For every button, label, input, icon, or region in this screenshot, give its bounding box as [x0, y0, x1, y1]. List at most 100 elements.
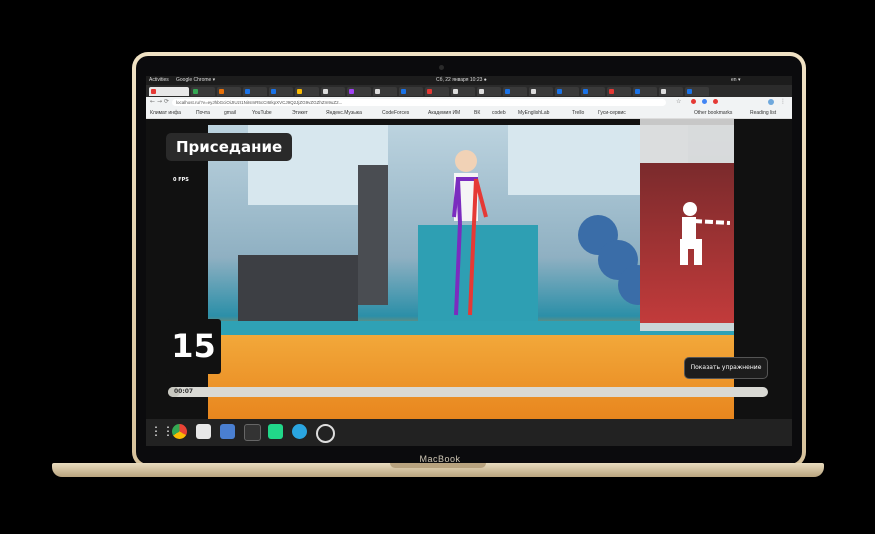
- pose-skeleton: [452, 150, 488, 316]
- favicon-icon: [687, 89, 692, 94]
- browser-tab[interactable]: [607, 87, 631, 96]
- browser-tab[interactable]: [243, 87, 267, 96]
- webcam-icon: [439, 65, 444, 70]
- os-top-bar: Activities Google Chrome ▾ Сб, 22 января…: [146, 76, 792, 85]
- chrome-icon[interactable]: [172, 424, 187, 439]
- gym-equipment: [358, 165, 388, 305]
- browser-tab[interactable]: [321, 87, 345, 96]
- bookmark-item[interactable]: MyEnglishLab: [518, 108, 549, 118]
- squat-figure-icon: [680, 202, 730, 265]
- favicon-icon: [219, 89, 224, 94]
- clock[interactable]: Сб, 22 января 10:23 ●: [436, 76, 487, 85]
- extension-icon[interactable]: [691, 99, 696, 104]
- floor: [208, 335, 734, 419]
- video-progress-bar[interactable]: 00:07: [168, 387, 768, 397]
- favicon-icon: [479, 89, 484, 94]
- bookmark-item[interactable]: YouTube: [252, 108, 272, 118]
- favicon-icon: [323, 89, 328, 94]
- favicon-icon: [531, 89, 536, 94]
- exercise-preview-panel: [640, 119, 734, 331]
- other-bookmarks[interactable]: Other bookmarks: [694, 108, 732, 118]
- pycharm-icon[interactable]: [268, 424, 283, 439]
- browser-tab[interactable]: [373, 87, 397, 96]
- gym-equipment: [238, 255, 358, 325]
- star-icon[interactable]: ☆: [676, 98, 681, 105]
- extension-icon[interactable]: [702, 99, 707, 104]
- browser-tab[interactable]: [295, 87, 319, 96]
- bookmark-item[interactable]: Этикет: [292, 108, 308, 118]
- bookmark-item[interactable]: Академия ИМ: [428, 108, 460, 118]
- active-app-menu[interactable]: Google Chrome ▾: [176, 76, 215, 85]
- browser-tab[interactable]: [503, 87, 527, 96]
- favicon-icon: [505, 89, 510, 94]
- favicon-icon: [427, 89, 432, 94]
- browser-tab[interactable]: [347, 87, 371, 96]
- bookmark-item[interactable]: gmail: [224, 108, 236, 118]
- skeleton-right-thigh: [470, 222, 476, 270]
- bookmark-item[interactable]: Trello: [572, 108, 584, 118]
- browser-tab[interactable]: [269, 87, 293, 96]
- back-arrow-icon[interactable]: ←: [150, 98, 155, 105]
- apps-grid-icon[interactable]: ⋮⋮: [150, 424, 174, 439]
- terminal-icon[interactable]: [244, 424, 261, 441]
- exercise-title: Приседание: [166, 133, 293, 161]
- extension-icon[interactable]: [713, 99, 718, 104]
- elapsed-time: 00:07: [174, 388, 194, 395]
- more-vert-icon[interactable]: ⋮: [780, 98, 786, 105]
- web-page: Приседание 0 FPS 15 Показать упражнение …: [146, 119, 792, 419]
- favicon-icon: [245, 89, 250, 94]
- reload-icon[interactable]: ⟳: [164, 98, 169, 105]
- browser-tab[interactable]: [425, 87, 449, 96]
- browser-tab[interactable]: [581, 87, 605, 96]
- browser-tab[interactable]: [633, 87, 657, 96]
- bookmark-item[interactable]: ВК: [474, 108, 480, 118]
- favicon-icon: [661, 89, 666, 94]
- files-icon[interactable]: [196, 424, 211, 439]
- bookmark-item[interactable]: Почта: [196, 108, 210, 118]
- browser-tab[interactable]: [529, 87, 553, 96]
- favicon-icon: [453, 89, 458, 94]
- bookmark-item[interactable]: Яндекс.Музыка: [326, 108, 362, 118]
- favicon-icon: [297, 89, 302, 94]
- bookmarks-bar: Климат инфа Почта gmail YouTube Этикет Я…: [146, 108, 792, 119]
- favicon-icon: [557, 89, 562, 94]
- show-exercise-button[interactable]: Показать упражнение: [684, 357, 768, 379]
- favicon-icon: [349, 89, 354, 94]
- tab-active[interactable]: [149, 87, 189, 96]
- favicon-icon: [583, 89, 588, 94]
- browser-tab[interactable]: [659, 87, 683, 96]
- taskbar-dock: ⋮⋮: [146, 419, 792, 446]
- activities-button[interactable]: Activities: [149, 76, 169, 85]
- browser-tab[interactable]: [451, 87, 475, 96]
- language-indicator[interactable]: en ▾: [731, 76, 740, 85]
- document-icon[interactable]: [220, 424, 235, 439]
- browser-tab-strip: [146, 85, 792, 97]
- browser-tab[interactable]: [477, 87, 501, 96]
- telegram-icon[interactable]: [292, 424, 307, 439]
- browser-tab[interactable]: [399, 87, 423, 96]
- browser-tab[interactable]: [555, 87, 579, 96]
- browser-toolbar: ← → ⟳ localhost.ru/?v=eyJhbGciOiJIUzI1Ni…: [146, 97, 792, 108]
- browser-tab[interactable]: [217, 87, 241, 96]
- favicon-icon: [271, 89, 276, 94]
- favicon-icon: [375, 89, 380, 94]
- skeleton-left-shin: [454, 268, 460, 316]
- address-bar[interactable]: localhost.ru/?v=eyJhbGciOiJIUzI1NiIsInR5…: [172, 99, 666, 106]
- favicon-icon: [401, 89, 406, 94]
- browser-tab[interactable]: [191, 87, 215, 96]
- favicon-icon: [609, 89, 614, 94]
- bookmark-item[interactable]: Климат инфа: [150, 108, 181, 118]
- laptop-screen: Activities Google Chrome ▾ Сб, 22 января…: [146, 76, 792, 446]
- forward-arrow-icon[interactable]: →: [157, 98, 162, 105]
- bookmark-item[interactable]: codeb: [492, 108, 506, 118]
- bookmark-item[interactable]: CodeForces: [382, 108, 409, 118]
- bookmark-item[interactable]: Гуси-сервис: [598, 108, 626, 118]
- fps-counter: 0 FPS: [173, 177, 189, 183]
- browser-tab[interactable]: [685, 87, 709, 96]
- skeleton-right-shin: [468, 268, 474, 316]
- profile-avatar[interactable]: [768, 99, 774, 105]
- reading-list[interactable]: Reading list: [750, 108, 776, 118]
- obs-icon[interactable]: [316, 424, 335, 443]
- favicon-icon: [635, 89, 640, 94]
- person-head: [455, 150, 477, 172]
